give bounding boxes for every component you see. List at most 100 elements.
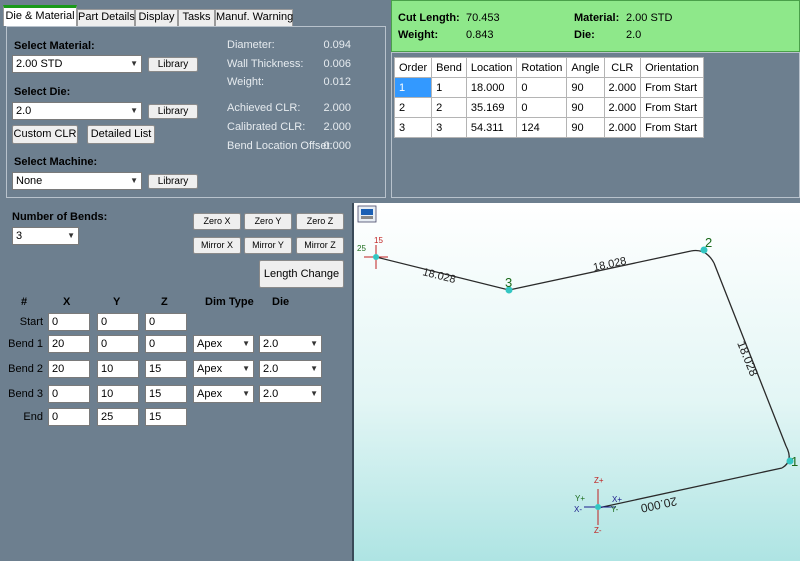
bend3-y-input[interactable]: 10	[97, 385, 139, 403]
col-header-die: Die	[272, 296, 290, 308]
mirror-y-button[interactable]: Mirror Y	[244, 237, 292, 254]
cell-angle[interactable]: 90	[566, 77, 605, 98]
zero-z-button[interactable]: Zero Z	[296, 213, 344, 230]
custom-clr-button[interactable]: Custom CLR	[12, 125, 78, 144]
select-die-label: Select Die:	[14, 86, 71, 98]
material-library-button[interactable]: Library	[148, 57, 198, 72]
bend2-dim-type-select[interactable]: Apex ▼	[193, 360, 254, 378]
cell-order[interactable]: 1	[393, 77, 433, 98]
cell-bend[interactable]: 1	[431, 77, 467, 98]
achieved-clr-label: Achieved CLR:	[227, 102, 301, 114]
end-point-marker[interactable]	[364, 245, 388, 269]
segment-length-label: 18.028	[592, 255, 627, 274]
detailed-list-button[interactable]: Detailed List	[87, 125, 155, 144]
cell-angle[interactable]: 90	[566, 117, 605, 138]
bend2-y-input[interactable]: 10	[97, 360, 139, 378]
bend2-x-input[interactable]: 20	[48, 360, 90, 378]
bend-table[interactable]: Order Bend Location Rotation Angle CLR O…	[393, 57, 704, 138]
table-row[interactable]: 3 3 54.311 124 90 2.000 From Start	[393, 117, 704, 138]
cell-clr[interactable]: 2.000	[603, 77, 642, 98]
die-select[interactable]: 2.0 ▼	[12, 102, 142, 120]
col-header-location[interactable]: Location	[465, 57, 518, 78]
machine-select[interactable]: None ▼	[12, 172, 142, 190]
achieved-clr-value: 2.000	[323, 102, 351, 114]
col-header-rotation[interactable]: Rotation	[516, 57, 568, 78]
cell-order[interactable]: 2	[393, 97, 433, 118]
axis-label: X-	[574, 505, 582, 514]
zero-x-button[interactable]: Zero X	[193, 213, 241, 230]
cell-location[interactable]: 35.169	[465, 97, 518, 118]
cell-rotation[interactable]: 124	[516, 117, 568, 138]
end-point-label: 25	[357, 244, 366, 253]
tab-manuf-warning[interactable]: Manuf. Warning	[215, 9, 293, 26]
col-header-orientation[interactable]: Orientation	[640, 57, 704, 78]
cell-clr[interactable]: 2.000	[603, 97, 642, 118]
table-row[interactable]: 1 1 18.000 0 90 2.000 From Start	[393, 77, 704, 98]
chevron-down-icon: ▼	[310, 364, 318, 373]
table-row[interactable]: 2 2 35.169 0 90 2.000 From Start	[393, 97, 704, 118]
tube-3d-viewport[interactable]: 18.028 18.028 18.028 20.000 3 2 1 25 15 …	[352, 203, 800, 561]
length-change-button[interactable]: Length Change	[259, 260, 344, 288]
start-z-input[interactable]: 0	[145, 313, 187, 331]
col-header-dim-type: Dim Type	[205, 296, 254, 308]
bend2-dim-type-value: Apex	[197, 363, 223, 375]
bend3-z-input[interactable]: 15	[145, 385, 187, 403]
bend1-dim-type-value: Apex	[197, 338, 223, 350]
die-select-value: 2.0	[16, 105, 32, 117]
col-header-bend[interactable]: Bend	[431, 57, 467, 78]
segment-length-label: 18.028	[421, 266, 457, 286]
bend2-die-select[interactable]: 2.0 ▼	[259, 360, 322, 378]
end-z-input[interactable]: 15	[145, 408, 187, 426]
segment-length-label: 18.028	[734, 339, 761, 379]
bend3-x-input[interactable]: 0	[48, 385, 90, 403]
end-x-input[interactable]: 0	[48, 408, 90, 426]
cell-order[interactable]: 3	[393, 117, 433, 138]
col-header-x: X	[63, 296, 71, 308]
bend1-die-select[interactable]: 2.0 ▼	[259, 335, 322, 353]
cell-orientation[interactable]: From Start	[640, 117, 704, 138]
bend1-dim-type-select[interactable]: Apex ▼	[193, 335, 254, 353]
col-header-order[interactable]: Order	[393, 57, 433, 78]
material-select[interactable]: 2.00 STD ▼	[12, 55, 142, 73]
bend2-z-input[interactable]: 15	[145, 360, 187, 378]
tube-drawing: 18.028 18.028 18.028 20.000 3 2 1 25 15 …	[357, 205, 798, 535]
cell-location[interactable]: 18.000	[465, 77, 518, 98]
print-icon[interactable]	[357, 205, 377, 223]
cell-location[interactable]: 54.311	[465, 117, 518, 138]
cell-bend[interactable]: 3	[431, 117, 467, 138]
summary-die-label: Die:	[574, 29, 595, 41]
bend1-x-input[interactable]: 20	[48, 335, 90, 353]
start-y-input[interactable]: 0	[97, 313, 139, 331]
start-x-input[interactable]: 0	[48, 313, 90, 331]
tab-part-details[interactable]: Part Details	[77, 9, 135, 26]
col-header-clr[interactable]: CLR	[603, 57, 642, 78]
machine-library-button[interactable]: Library	[148, 174, 198, 189]
machine-select-value: None	[16, 175, 43, 187]
bend1-die-value: 2.0	[263, 338, 279, 350]
die-library-button[interactable]: Library	[148, 104, 198, 119]
mirror-x-button[interactable]: Mirror X	[193, 237, 241, 254]
weight-value: 0.012	[323, 76, 351, 88]
number-of-bends-select[interactable]: 3 ▼	[12, 227, 79, 245]
cell-angle[interactable]: 90	[566, 97, 605, 118]
cell-orientation[interactable]: From Start	[640, 97, 704, 118]
bend1-z-input[interactable]: 0	[145, 335, 187, 353]
tab-display[interactable]: Display	[135, 9, 178, 26]
bend-location-offset-value: 0.000	[323, 140, 351, 152]
zero-y-button[interactable]: Zero Y	[244, 213, 292, 230]
die-material-panel: Select Material: 2.00 STD ▼ Library Sele…	[6, 26, 386, 198]
bend-marker-label: 3	[505, 275, 512, 290]
bend3-dim-type-select[interactable]: Apex ▼	[193, 385, 254, 403]
cell-rotation[interactable]: 0	[516, 77, 568, 98]
end-y-input[interactable]: 25	[97, 408, 139, 426]
col-header-angle[interactable]: Angle	[566, 57, 605, 78]
tab-die-material[interactable]: Die & Material	[3, 5, 77, 26]
bend1-y-input[interactable]: 0	[97, 335, 139, 353]
bend3-die-select[interactable]: 2.0 ▼	[259, 385, 322, 403]
cell-clr[interactable]: 2.000	[603, 117, 642, 138]
cell-bend[interactable]: 2	[431, 97, 467, 118]
mirror-z-button[interactable]: Mirror Z	[296, 237, 344, 254]
tab-tasks[interactable]: Tasks	[178, 9, 215, 26]
cell-rotation[interactable]: 0	[516, 97, 568, 118]
cell-orientation[interactable]: From Start	[640, 77, 704, 98]
